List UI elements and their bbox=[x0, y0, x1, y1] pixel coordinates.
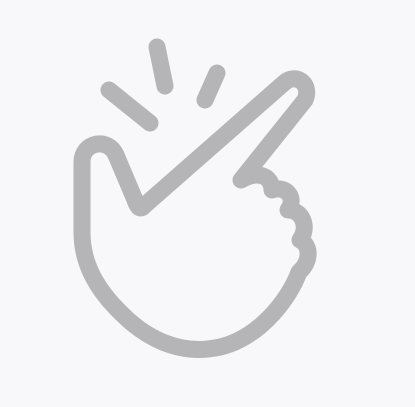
illustration-canvas bbox=[0, 0, 415, 407]
finger-snap-icon bbox=[73, 38, 317, 358]
snap-spark-right bbox=[196, 64, 226, 109]
hand-outline bbox=[73, 70, 317, 358]
snap-spark-center bbox=[148, 38, 174, 95]
snap-spark-left bbox=[100, 81, 159, 132]
